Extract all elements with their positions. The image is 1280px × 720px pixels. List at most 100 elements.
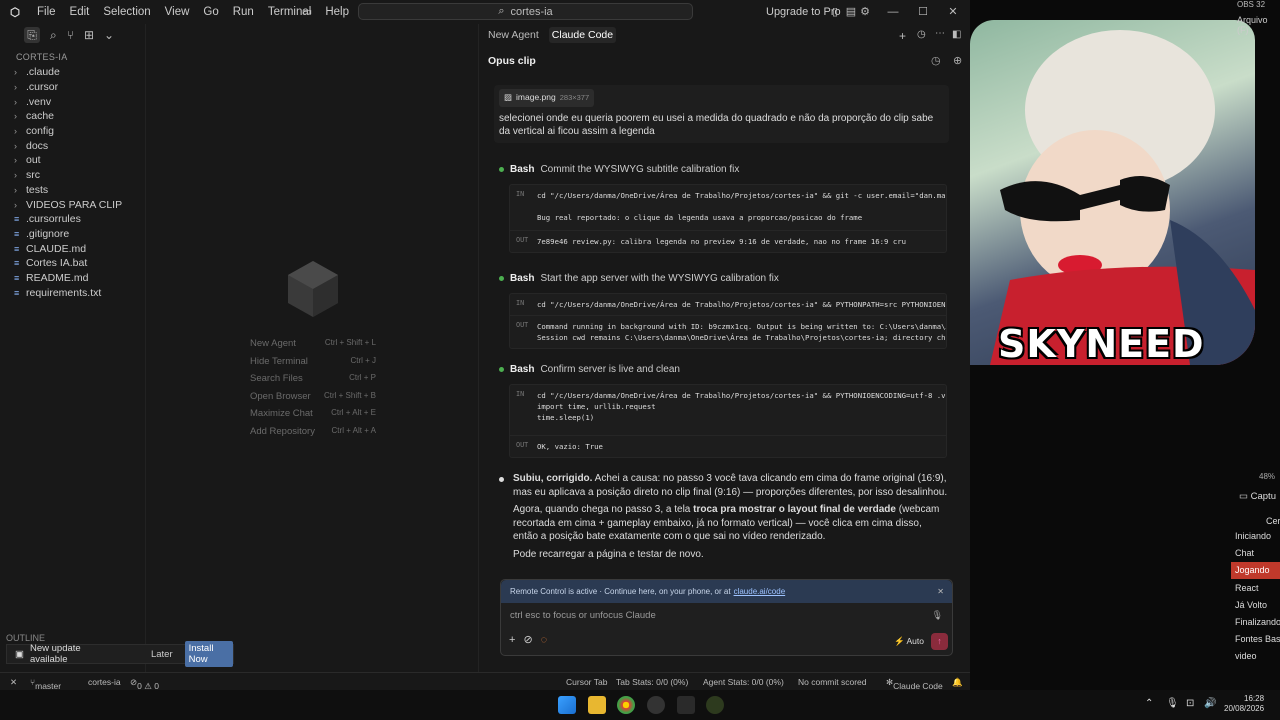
banner-link[interactable]: claude.ai/code: [734, 587, 786, 596]
folder-item[interactable]: › .venv: [0, 94, 145, 109]
toggle-sidebar-icon[interactable]: ▭: [300, 5, 314, 19]
install-now-button[interactable]: Install Now: [184, 641, 233, 667]
file-item[interactable]: ≡ .gitignore: [0, 227, 145, 242]
shortcut-row[interactable]: Hide Terminal Ctrl + J: [250, 356, 376, 367]
scene-item[interactable]: React: [1231, 580, 1280, 597]
mic-icon[interactable]: 🎙: [932, 610, 943, 621]
search-icon[interactable]: ⌕: [50, 28, 57, 43]
close-icon[interactable]: ✕: [946, 5, 960, 19]
out-label: OUT: [516, 321, 529, 329]
image-attachment[interactable]: ▨ image.png 283×377: [499, 89, 595, 107]
project-name[interactable]: CORTES-IA: [0, 46, 145, 62]
volume-icon[interactable]: 🔊: [1204, 698, 1216, 709]
shortcut-row[interactable]: Search Files Ctrl + P: [250, 373, 376, 384]
file-item[interactable]: ≡ README.md: [0, 271, 145, 286]
folder-item[interactable]: › VIDEOS PARA CLIP: [0, 197, 145, 212]
project-indicator[interactable]: cortes-ia: [88, 677, 121, 687]
file-item[interactable]: ≡ .cursorrules: [0, 212, 145, 227]
tray-chevron-icon[interactable]: ⌃: [1145, 698, 1153, 709]
scene-item[interactable]: Finalizando: [1231, 614, 1280, 631]
history-icon[interactable]: ◷: [917, 29, 926, 40]
folder-item[interactable]: › cache: [0, 109, 145, 124]
later-button[interactable]: Later: [151, 649, 173, 660]
tool-description[interactable]: Commit the WYSIWYG subtitle calibration …: [540, 164, 739, 175]
composer-input[interactable]: ctrl esc to focus or unfocus Claude: [510, 610, 656, 621]
send-button[interactable]: ↑: [931, 633, 948, 650]
file-explorer-icon[interactable]: [588, 696, 606, 714]
menu-view[interactable]: View: [158, 6, 197, 18]
scene-item[interactable]: Chat: [1231, 545, 1280, 562]
folder-item[interactable]: › out: [0, 153, 145, 168]
chevron-down-icon[interactable]: ⌄: [104, 28, 114, 42]
commit-score[interactable]: No commit scored: [798, 677, 867, 687]
close-icon[interactable]: ✕: [937, 587, 944, 596]
chat-composer[interactable]: Remote Control is active · Continue here…: [500, 579, 953, 656]
settings-icon[interactable]: ⚙: [858, 5, 872, 19]
app-icon[interactable]: [706, 696, 724, 714]
folder-item[interactable]: › src: [0, 168, 145, 183]
mic-tray-icon[interactable]: 🎙: [1166, 698, 1179, 709]
folder-item[interactable]: › docs: [0, 138, 145, 153]
chrome-icon[interactable]: [617, 696, 635, 714]
tab-new-agent[interactable]: New Agent: [486, 27, 541, 43]
source-control-icon[interactable]: ⑂: [67, 28, 74, 42]
panel-toggle-icon[interactable]: ◧: [952, 29, 961, 40]
file-item[interactable]: ≡ requirements.txt: [0, 285, 145, 300]
clock-icon[interactable]: ◷: [931, 54, 941, 67]
folder-item[interactable]: › .claude: [0, 65, 145, 80]
problems-indicator[interactable]: ⊘ 0 ⚠ 0: [130, 677, 159, 691]
system-clock[interactable]: 16:28 20/08/2026: [1224, 694, 1264, 714]
tool-call: Bash Start the app server with the WYSIW…: [499, 273, 949, 349]
branch-indicator[interactable]: ⑂ master: [30, 677, 61, 691]
network-icon[interactable]: ⊡: [1186, 698, 1194, 709]
cursor-tab-status[interactable]: Cursor Tab: [566, 677, 607, 687]
command-search[interactable]: ⌕ cortes-ia: [358, 3, 693, 20]
scene-item[interactable]: Iniciando: [1231, 528, 1280, 545]
explorer-icon[interactable]: ⎘: [24, 27, 40, 43]
plus-circle-icon[interactable]: ⊕: [953, 54, 962, 67]
attach-icon[interactable]: ⊘: [523, 633, 532, 646]
cursor-app-icon[interactable]: [677, 696, 695, 714]
folder-item[interactable]: › tests: [0, 183, 145, 198]
tool-description[interactable]: Confirm server is live and clean: [540, 364, 680, 375]
notification-icon[interactable]: 🔔: [952, 677, 963, 688]
mode-selector[interactable]: ⚡ Auto: [894, 636, 924, 647]
scene-item[interactable]: Fontes Base: [1231, 631, 1280, 648]
menu-run[interactable]: Run: [226, 6, 261, 18]
remote-icon[interactable]: ✕: [10, 677, 17, 688]
shortcut-row[interactable]: Add Repository Ctrl + Alt + A: [250, 426, 376, 437]
chat-icon[interactable]: ▤: [844, 5, 858, 19]
start-icon[interactable]: [558, 696, 576, 714]
shortcut-row[interactable]: New Agent Ctrl + Shift + L: [250, 338, 376, 349]
obs-file-menu[interactable]: Arquivo (F): [1237, 15, 1280, 35]
menu-edit[interactable]: Edit: [63, 6, 97, 18]
add-icon[interactable]: +: [509, 634, 515, 646]
add-icon[interactable]: +: [899, 29, 906, 43]
menu-go[interactable]: Go: [196, 6, 225, 18]
obs-icon[interactable]: [647, 696, 665, 714]
shortcut-row[interactable]: Open Browser Ctrl + Shift + B: [250, 391, 376, 402]
menu-file[interactable]: File: [30, 6, 63, 18]
scene-item[interactable]: video: [1231, 648, 1280, 665]
minimize-icon[interactable]: —: [886, 5, 900, 19]
outline-section[interactable]: OUTLINE: [0, 633, 146, 643]
tab-stats[interactable]: Tab Stats: 0/0 (0%): [616, 677, 688, 687]
folder-item[interactable]: › config: [0, 124, 145, 139]
file-item[interactable]: ≡ CLAUDE.md: [0, 241, 145, 256]
more-icon[interactable]: ⋯: [935, 28, 945, 39]
scene-item[interactable]: Já Volto: [1231, 597, 1280, 614]
shortcut-row[interactable]: Maximize Chat Ctrl + Alt + E: [250, 408, 376, 419]
file-item[interactable]: ≡ Cortes IA.bat: [0, 256, 145, 271]
agent-stats[interactable]: Agent Stats: 0/0 (0%): [703, 677, 784, 687]
obs-capture-tab[interactable]: ▭ Captu: [1239, 491, 1276, 502]
claude-status[interactable]: ✻ Claude Code: [886, 677, 943, 691]
menu-help[interactable]: Help: [318, 6, 356, 18]
scene-item[interactable]: Jogando: [1231, 562, 1280, 580]
extensions-icon[interactable]: ⊞: [84, 28, 94, 42]
tab-claude-code[interactable]: Claude Code: [548, 27, 617, 43]
tool-description[interactable]: Start the app server with the WYSIWYG ca…: [540, 273, 778, 284]
maximize-icon[interactable]: ☐: [916, 5, 930, 19]
layout-icon[interactable]: ▯: [828, 5, 842, 19]
folder-item[interactable]: › .cursor: [0, 80, 145, 95]
menu-selection[interactable]: Selection: [96, 6, 157, 18]
